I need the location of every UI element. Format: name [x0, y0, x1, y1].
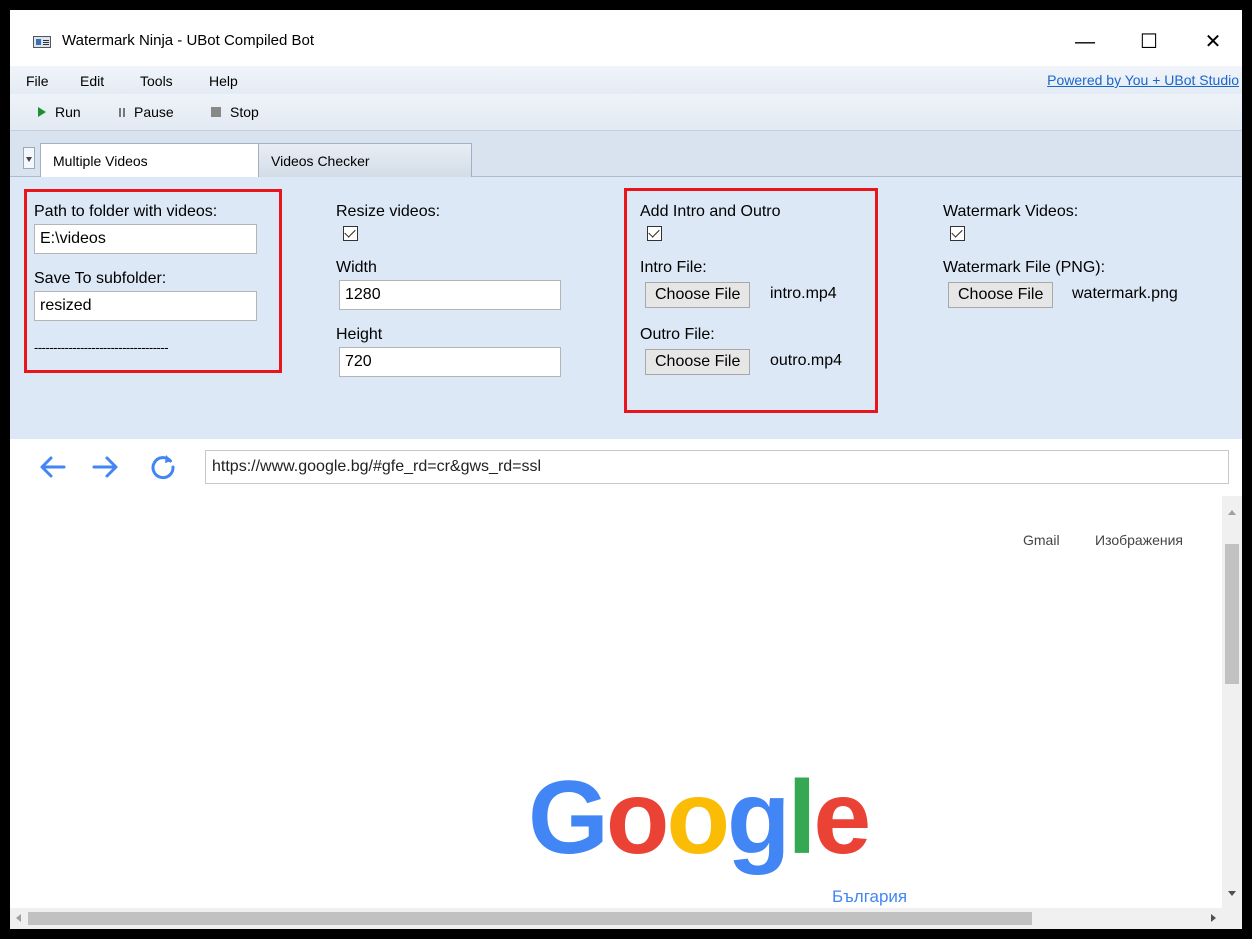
outro-file-label: Outro File: [640, 326, 715, 343]
subfolder-label: Save To subfolder: [34, 270, 167, 287]
width-label: Width [336, 259, 377, 276]
settings-panel: Path to folder with videos: E:\videos Sa… [10, 177, 1242, 439]
tab-list-dropdown[interactable] [23, 147, 35, 169]
window-title: Watermark Ninja - UBot Compiled Bot [62, 32, 315, 49]
webpage-view: Gmail Изображения Google България [10, 496, 1222, 908]
maximize-button[interactable]: ☐ [1127, 24, 1171, 60]
horizontal-scrollbar[interactable] [10, 908, 1222, 929]
menu-help[interactable]: Help [209, 73, 238, 89]
tab-multiple-videos[interactable]: Multiple Videos [40, 143, 259, 178]
run-button[interactable]: Run [38, 104, 81, 120]
gmail-link[interactable]: Gmail [1023, 532, 1060, 548]
width-input[interactable]: 1280 [339, 280, 561, 310]
intro-choose-file-button[interactable]: Choose File [645, 282, 751, 308]
horizontal-scroll-thumb[interactable] [28, 912, 1032, 925]
country-label: България [832, 887, 908, 906]
stop-icon [211, 107, 221, 117]
watermark-choose-file-button[interactable]: Choose File [948, 282, 1054, 308]
watermark-videos-checkbox[interactable] [950, 226, 965, 241]
menu-edit[interactable]: Edit [80, 73, 104, 89]
resize-videos-checkbox[interactable] [343, 226, 358, 241]
vertical-scroll-thumb[interactable] [1225, 544, 1239, 684]
back-arrow-icon[interactable] [36, 450, 70, 484]
app-window: Watermark Ninja - UBot Compiled Bot — ☐ … [10, 10, 1242, 929]
images-link[interactable]: Изображения [1095, 532, 1183, 548]
outro-choose-file-button[interactable]: Choose File [645, 349, 751, 375]
stop-label: Stop [230, 104, 259, 120]
title-bar: Watermark Ninja - UBot Compiled Bot — ☐ … [10, 10, 1242, 66]
folder-path-input[interactable]: E:\videos [34, 224, 257, 254]
powered-by-link[interactable]: Powered by You + UBot Studio [1047, 72, 1239, 88]
intro-file-label: Intro File: [640, 259, 707, 276]
google-logo-letter: e [813, 760, 871, 876]
intro-file-name: intro.mp4 [770, 285, 837, 302]
resize-videos-label: Resize videos: [336, 203, 441, 220]
height-input[interactable]: 720 [339, 347, 561, 377]
refresh-icon[interactable] [146, 450, 180, 484]
watermark-file-name: watermark.png [1072, 285, 1178, 302]
scroll-right-arrow-icon[interactable] [1211, 914, 1216, 922]
google-logo-letter: g [726, 760, 791, 876]
google-logo-letter: l [787, 760, 817, 876]
run-label: Run [55, 104, 81, 120]
menu-file[interactable]: File [26, 73, 49, 89]
pause-icon [119, 107, 125, 117]
menu-tools[interactable]: Tools [140, 73, 173, 89]
pause-label: Pause [134, 104, 174, 120]
watermark-file-label: Watermark File (PNG): [943, 259, 1106, 276]
play-icon [38, 107, 46, 117]
folder-path-label: Path to folder with videos: [34, 203, 218, 220]
intro-outro-checkbox[interactable] [647, 226, 662, 241]
scroll-left-arrow-icon[interactable] [16, 914, 21, 922]
minimize-button[interactable]: — [1063, 24, 1107, 60]
scroll-up-arrow-icon[interactable] [1228, 510, 1236, 515]
outro-file-name: outro.mp4 [770, 352, 843, 369]
watermark-videos-label: Watermark Videos: [943, 203, 1079, 220]
google-logo-letter: o [605, 760, 670, 876]
separator-line: ----------------------------------- [34, 340, 169, 355]
app-icon [33, 36, 51, 48]
close-button[interactable]: ✕ [1191, 24, 1235, 60]
scroll-down-arrow-icon[interactable] [1228, 891, 1236, 896]
pause-button[interactable]: Pause [119, 104, 174, 120]
toolbar: Run Pause Stop [10, 94, 1242, 131]
google-logo-letter: G [528, 760, 609, 876]
google-logo: Google [528, 760, 871, 876]
stop-button[interactable]: Stop [211, 104, 259, 120]
forward-arrow-icon[interactable] [88, 450, 122, 484]
browser-bar: https://www.google.bg/#gfe_rd=cr&gws_rd=… [10, 440, 1242, 496]
tab-strip: Multiple Videos Videos Checker [10, 131, 1242, 178]
intro-outro-label: Add Intro and Outro [640, 203, 781, 220]
vertical-scrollbar[interactable] [1222, 496, 1242, 908]
menu-bar: File Edit Tools Help Powered by You + UB… [10, 66, 1242, 94]
tab-videos-checker[interactable]: Videos Checker [258, 143, 472, 177]
height-label: Height [336, 326, 383, 343]
url-input[interactable]: https://www.google.bg/#gfe_rd=cr&gws_rd=… [205, 450, 1229, 484]
scrollbar-corner [1222, 908, 1242, 929]
google-logo-letter: o [666, 760, 730, 876]
subfolder-input[interactable]: resized [34, 291, 257, 321]
